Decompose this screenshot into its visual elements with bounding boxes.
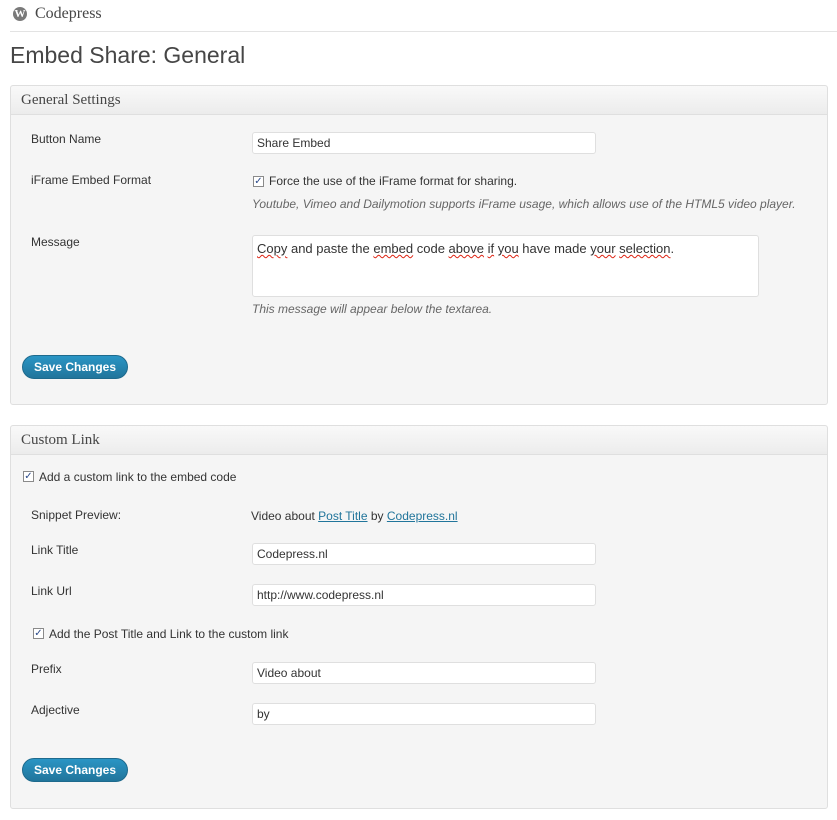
page-title: Embed Share: General bbox=[10, 42, 246, 68]
link-url-input[interactable]: http://www.codepress.nl bbox=[252, 584, 596, 606]
general-settings-title: General Settings bbox=[21, 92, 121, 108]
button-name-label: Button Name bbox=[31, 132, 102, 146]
snippet-prefix: Video about bbox=[251, 509, 319, 523]
site-header: W Codepress bbox=[10, 0, 837, 32]
message-text-part: your bbox=[590, 241, 616, 256]
snippet-site-link[interactable]: Codepress.nl bbox=[387, 509, 458, 523]
prefix-input[interactable]: Video about bbox=[252, 662, 596, 684]
snippet-by: by bbox=[367, 509, 387, 523]
add-custom-link-label[interactable]: Add a custom link to the embed code bbox=[39, 470, 236, 484]
snippet-post-title-link[interactable]: Post Title bbox=[318, 509, 367, 523]
general-settings-box: General Settings Button Name Share Embed… bbox=[10, 85, 828, 405]
message-label: Message bbox=[31, 235, 80, 249]
iframe-format-label: iFrame Embed Format bbox=[31, 173, 152, 187]
message-text-part: above bbox=[448, 241, 484, 256]
link-url-label: Link Url bbox=[31, 584, 72, 598]
prefix-label: Prefix bbox=[31, 662, 62, 676]
adjective-label: Adjective bbox=[31, 703, 80, 717]
save-changes-button[interactable]: Save Changes bbox=[22, 355, 128, 379]
check-icon: ✓ bbox=[24, 471, 33, 482]
message-text-part: . bbox=[670, 241, 675, 256]
iframe-format-checkbox[interactable]: ✓ bbox=[253, 176, 264, 187]
message-text-part: have made bbox=[518, 241, 591, 256]
message-description: This message will appear below the texta… bbox=[252, 302, 493, 316]
message-text-part: and paste the bbox=[287, 241, 374, 256]
message-text-part: you bbox=[497, 241, 519, 256]
custom-link-box: Custom Link ✓ Add a custom link to the e… bbox=[10, 425, 828, 809]
site-name-link[interactable]: Codepress bbox=[35, 5, 102, 23]
custom-link-title: Custom Link bbox=[21, 432, 100, 448]
iframe-format-description: Youtube, Vimeo and Dailymotion supports … bbox=[252, 197, 796, 211]
message-text-part: selection bbox=[619, 241, 671, 256]
add-custom-link-checkbox[interactable]: ✓ bbox=[23, 471, 34, 482]
check-icon: ✓ bbox=[34, 628, 43, 639]
link-title-input[interactable]: Codepress.nl bbox=[252, 543, 596, 565]
wordpress-logo-icon[interactable]: W bbox=[13, 7, 27, 21]
save-changes-button[interactable]: Save Changes bbox=[22, 758, 128, 782]
snippet-preview: Video about Post Title by Codepress.nl bbox=[251, 509, 458, 523]
button-name-input[interactable]: Share Embed bbox=[252, 132, 596, 154]
link-title-label: Link Title bbox=[31, 543, 79, 557]
iframe-format-checkbox-label[interactable]: Force the use of the iFrame format for s… bbox=[269, 174, 517, 188]
message-textarea[interactable]: Copy and paste the embed code above if y… bbox=[252, 235, 759, 297]
message-text-part: code bbox=[413, 241, 449, 256]
adjective-input[interactable]: by bbox=[252, 703, 596, 725]
snippet-preview-label: Snippet Preview: bbox=[31, 508, 122, 522]
custom-link-header: Custom Link bbox=[11, 426, 827, 455]
add-post-title-label[interactable]: Add the Post Title and Link to the custo… bbox=[49, 627, 288, 641]
message-text-part: embed bbox=[373, 241, 414, 256]
check-icon: ✓ bbox=[254, 176, 263, 187]
general-settings-header: General Settings bbox=[11, 86, 827, 115]
message-text-part: Copy bbox=[257, 241, 288, 256]
add-post-title-checkbox[interactable]: ✓ bbox=[33, 628, 44, 639]
